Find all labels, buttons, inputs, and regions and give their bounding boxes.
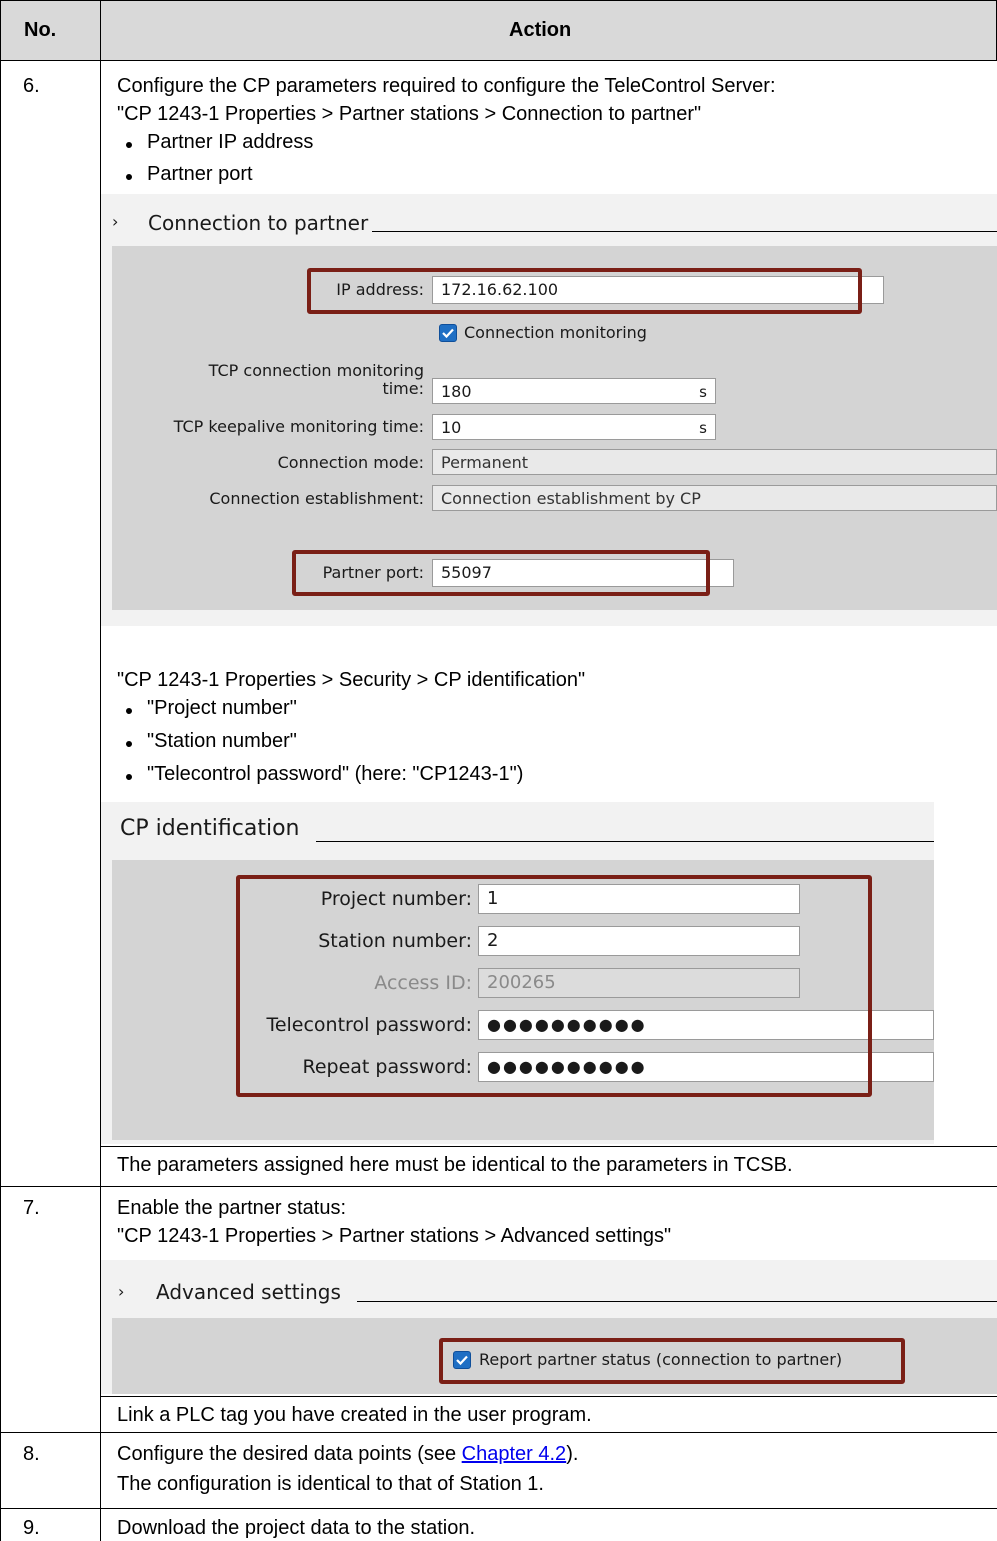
section-title: Advanced settings	[156, 1280, 341, 1304]
row-divider	[0, 1432, 997, 1433]
header-action: Action	[509, 19, 572, 41]
row-number: 8.	[23, 1443, 40, 1465]
highlight-box	[307, 268, 862, 314]
keepalive-time-label: TCP keepalive monitoring time:	[173, 417, 424, 436]
chapter-link[interactable]: Chapter 4.2	[462, 1443, 567, 1465]
header-no: No.	[24, 19, 57, 41]
text-span: ).	[566, 1443, 579, 1465]
settings-area: Report partner status (connection to par…	[112, 1318, 997, 1394]
bullet	[126, 174, 132, 180]
section-title: CP identification	[120, 816, 300, 841]
table-border-top	[0, 0, 997, 1]
settings-area: IP address: 172.16.62.100 Connection mon…	[112, 246, 997, 610]
bullet-item: "Station number"	[147, 730, 297, 752]
row-number: 9.	[23, 1517, 40, 1539]
tcp-monitoring-time-field[interactable]: 180 s	[432, 378, 716, 404]
bullet	[126, 774, 132, 780]
step-intro: Enable the partner status:	[117, 1197, 347, 1219]
bullet-item: Partner port	[147, 163, 253, 185]
connection-monitoring-label: Connection monitoring	[464, 323, 647, 342]
connection-mode-select[interactable]: Permanent	[432, 449, 997, 475]
table-header-background	[0, 0, 997, 60]
row-divider	[0, 1508, 997, 1509]
cell-divider	[101, 1146, 997, 1147]
row-number: 7.	[23, 1197, 40, 1219]
row-note: Link a PLC tag you have created in the u…	[117, 1404, 592, 1426]
document-page: No. Action 6. Configure the CP parameter…	[0, 0, 997, 1541]
row-text: The configuration is identical to that o…	[117, 1473, 544, 1495]
menu-path: "CP 1243-1 Properties > Partner stations…	[117, 103, 702, 125]
row-number: 6.	[23, 75, 40, 97]
connection-monitoring-checkbox[interactable]	[439, 324, 457, 342]
tcp-monitoring-time-label: TCP connection monitoring time:	[152, 362, 424, 398]
step-intro: Configure the CP parameters required to …	[117, 75, 776, 97]
settings-area: Project number: 1 Station number: 2 Acce…	[112, 860, 934, 1140]
section-title: Connection to partner	[148, 211, 369, 235]
tcp-monitoring-time-label-line2: time:	[382, 379, 424, 398]
menu-path: "CP 1243-1 Properties > Partner stations…	[117, 1225, 672, 1247]
bullet	[126, 708, 132, 714]
cp-identification-screenshot: CP identification Project number: 1 Stat…	[101, 802, 934, 1144]
menu-path: "CP 1243-1 Properties > Security > CP id…	[117, 669, 586, 691]
cell-divider	[101, 1396, 997, 1397]
table-header-divider	[0, 60, 997, 61]
connection-mode-label: Connection mode:	[277, 453, 424, 472]
connection-to-partner-screenshot: › Connection to partner IP address: 172.…	[101, 194, 997, 626]
unit-label: s	[699, 383, 707, 401]
section-underline	[357, 1301, 997, 1302]
text-span: Configure the desired data points (see	[117, 1443, 462, 1465]
section-underline	[316, 841, 934, 842]
chevron-right-icon: ›	[118, 1282, 125, 1301]
row-divider	[0, 1186, 997, 1187]
highlight-box	[439, 1338, 905, 1384]
section-underline	[372, 231, 997, 232]
row-note: The parameters assigned here must be ide…	[117, 1154, 793, 1176]
unit-label: s	[699, 419, 707, 437]
connection-establishment-label: Connection establishment:	[209, 489, 424, 508]
bullet	[126, 741, 132, 747]
chevron-right-icon: ›	[112, 212, 119, 231]
bullet-item: "Project number"	[147, 697, 297, 719]
row-text: Configure the desired data points (see C…	[117, 1442, 578, 1466]
keepalive-time-field[interactable]: 10 s	[432, 414, 716, 440]
connection-establishment-select[interactable]: Connection establishment by CP	[432, 485, 997, 511]
highlight-box	[236, 875, 872, 1097]
highlight-box	[292, 550, 710, 596]
advanced-settings-screenshot: › Advanced settings Report partner statu…	[101, 1260, 997, 1394]
keepalive-time-value: 10	[441, 418, 462, 437]
tcp-monitoring-time-label-line1: TCP connection monitoring	[208, 361, 424, 380]
bullet	[126, 142, 132, 148]
row-text: Download the project data to the station…	[117, 1517, 476, 1539]
bullet-item: "Telecontrol password" (here: "CP1243-1"…	[147, 763, 524, 785]
table-border-left	[0, 0, 1, 1541]
tcp-monitoring-time-value: 180	[441, 382, 472, 401]
bullet-item: Partner IP address	[147, 131, 314, 153]
checkmark-icon	[442, 328, 454, 339]
